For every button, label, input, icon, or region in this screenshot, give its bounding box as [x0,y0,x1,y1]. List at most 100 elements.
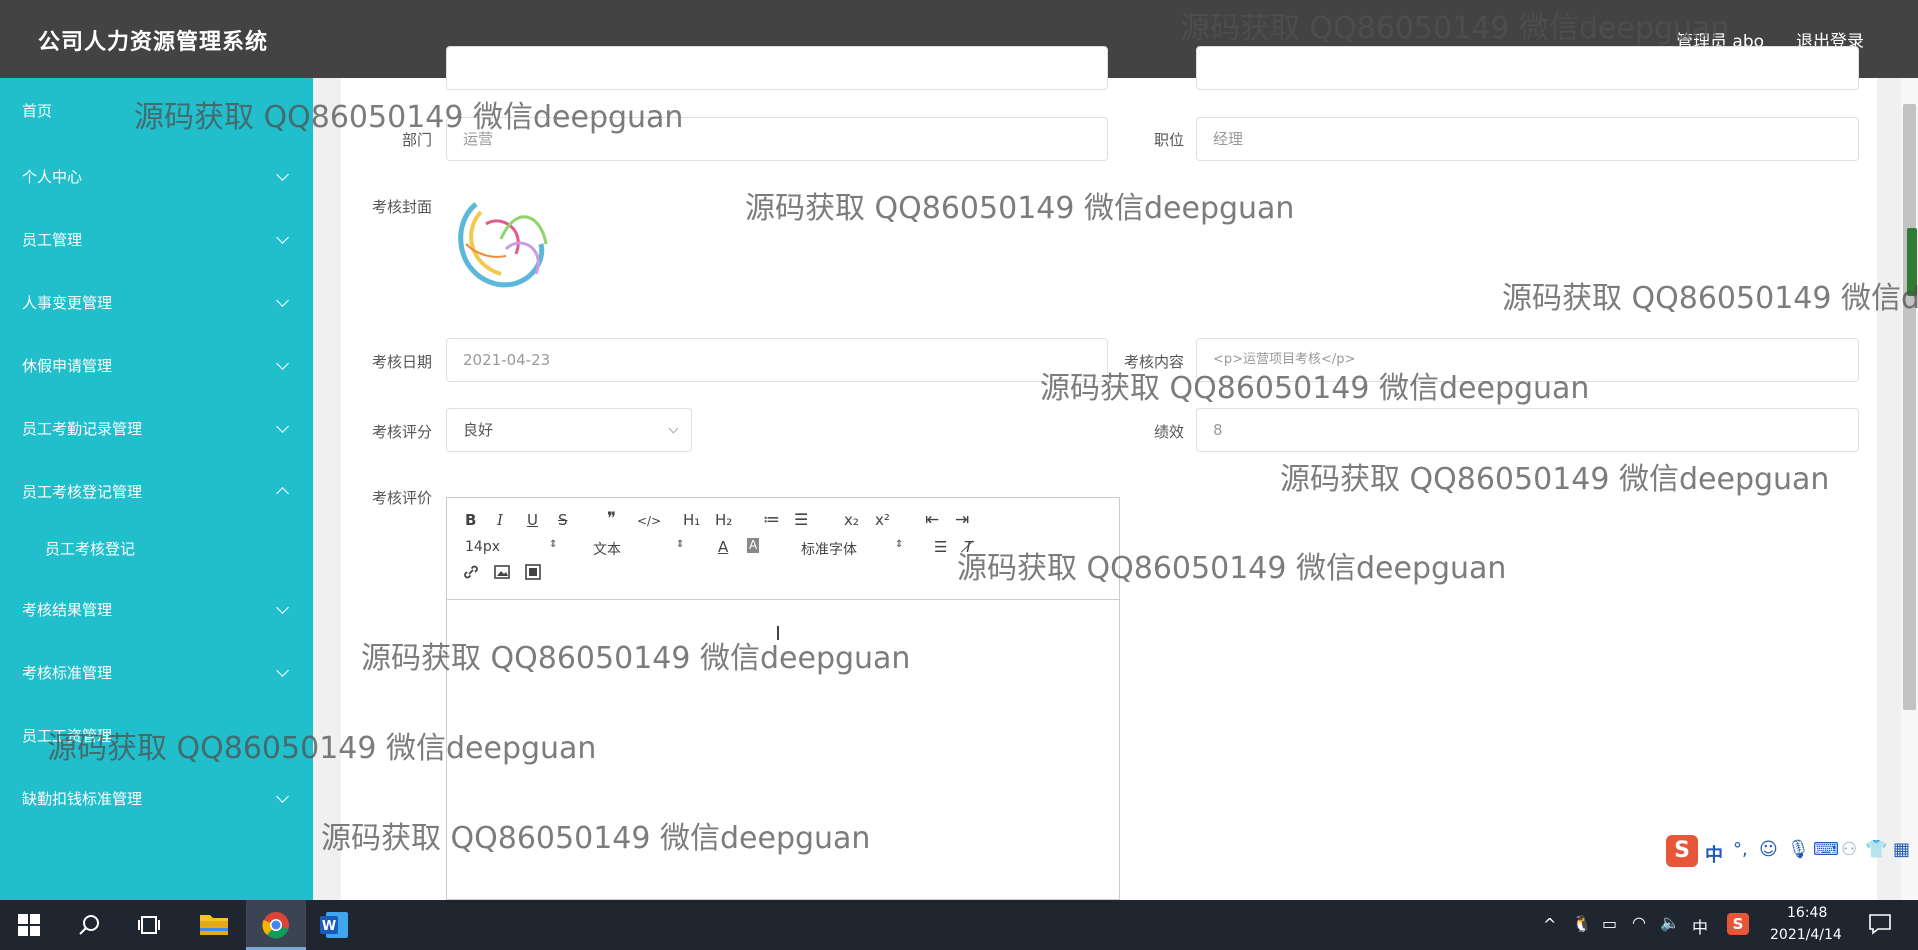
volume-icon[interactable]: 🔈 [1660,913,1680,932]
chrome-taskbar-button[interactable] [246,900,306,950]
department-label: 部门 [401,131,432,149]
user-icon[interactable]: ⚇ [1841,839,1857,860]
italic-button[interactable]: I [497,511,503,529]
content-field[interactable]: <p>运营项目考核</p> [1196,338,1859,382]
text-cursor [777,626,779,640]
chevron-down-icon [276,601,289,614]
sidebar-subitem-appraisal-record[interactable]: 员工考核登记 [0,528,313,568]
microphone-icon[interactable]: 🎙 [1787,839,1810,860]
sidebar-item-hr-change[interactable]: 人事变更管理 [0,282,313,322]
chevron-up-icon[interactable]: ^ [1543,915,1556,934]
clock-date[interactable]: 2021/4/14 [1770,927,1842,943]
sogou-tray-icon[interactable]: S [1727,913,1749,935]
sidebar-item-employee[interactable]: 员工管理 [0,219,313,259]
up-down-icon: ⇕ [549,539,558,550]
rating-select[interactable]: 良好 [446,408,692,452]
background-color-button[interactable]: A [747,538,760,553]
chevron-down-icon [668,423,679,434]
sogou-icon[interactable]: S [1666,835,1698,867]
sidebar-item-appraisal-standard[interactable]: 考核标准管理 [0,652,313,692]
align-button[interactable]: ☰ [934,538,947,556]
rich-text-editor[interactable]: B I U S ❞ </> H₁ H₂ ≔ ☰ x₂ x² ⇤ ⇥ 14px ⇕… [446,497,1120,900]
bullet-list-button[interactable]: ☰ [794,510,808,529]
file-explorer-icon[interactable] [199,911,229,941]
superscript-button[interactable]: x² [875,511,890,529]
outdent-button[interactable]: ⇤ [925,510,939,530]
code-button[interactable]: </> [637,514,661,528]
clock-time[interactable]: 16:48 [1787,905,1827,921]
emoji-icon[interactable]: ☺ [1759,839,1778,860]
editor-toolbar: B I U S ❞ </> H₁ H₂ ≔ ☰ x₂ x² ⇤ ⇥ 14px ⇕… [447,498,1119,600]
sidebar-item-attendance[interactable]: 员工考勤记录管理 [0,408,313,448]
battery-icon[interactable]: ▭ [1602,914,1617,933]
search-icon[interactable] [78,913,102,941]
windows-start-icon[interactable] [18,914,40,940]
scrollbar-thumb[interactable] [1903,104,1916,710]
svg-text:W: W [322,919,336,934]
task-view-icon[interactable] [137,913,161,941]
text-style-select[interactable]: 文本 [593,539,621,559]
rating-label: 考核评分 [371,423,432,441]
sidebar: 首页 个人中心 员工管理 人事变更管理 休假申请管理 员工考勤记录管理 员工考核… [0,78,313,900]
sidebar-item-leave[interactable]: 休假申请管理 [0,345,313,385]
sidebar-item-personal-center[interactable]: 个人中心 [0,156,313,196]
quote-button[interactable]: ❞ [607,509,616,529]
position-field[interactable]: 经理 [1196,117,1859,161]
sidebar-item-label: 休假申请管理 [22,357,113,375]
performance-label: 绩效 [1153,423,1184,441]
keyboard-icon[interactable]: ⌨ [1813,839,1839,860]
position-label: 职位 [1153,131,1184,149]
image-icon[interactable] [494,564,510,584]
chevron-down-icon [276,168,289,181]
sidebar-item-label: 员工考核登记 [45,540,136,558]
comment-label: 考核评价 [371,489,432,507]
punctuation-icon[interactable]: °, [1733,839,1748,860]
strike-button[interactable]: S [558,511,568,529]
date-label: 考核日期 [371,353,432,371]
sidebar-item-appraisal-result[interactable]: 考核结果管理 [0,589,313,629]
sidebar-item-label: 员工管理 [22,231,83,249]
performance-field[interactable]: 8 [1196,408,1859,452]
qq-tray-icon[interactable]: 🐧 [1572,914,1592,933]
font-color-button[interactable]: A [718,538,728,556]
wifi-icon[interactable]: ◠ [1632,913,1646,932]
sidebar-item-label: 员工考勤记录管理 [22,420,143,438]
sidebar-item-label: 人事变更管理 [22,294,113,312]
notification-icon[interactable] [1868,913,1892,939]
sidebar-item-label: 缺勤扣钱标准管理 [22,790,143,808]
cover-thumbnail [446,184,562,300]
chevron-down-icon [276,357,289,370]
chevron-down-icon [276,790,289,803]
sidebar-item-salary[interactable]: 员工工资管理 [0,715,313,755]
sidebar-item-label: 员工工资管理 [22,727,113,745]
link-icon[interactable] [463,564,479,584]
sidebar-item-appraisal-registration[interactable]: 员工考核登记管理 [0,471,313,511]
skin-icon[interactable]: 👕 [1865,839,1887,860]
sidebar-item-label: 首页 [22,102,53,120]
word-icon[interactable]: W [320,912,348,942]
indent-button[interactable]: ⇥ [955,510,969,530]
ime-lang[interactable]: 中 [1705,841,1723,867]
department-field[interactable]: 运营 [446,117,1108,161]
video-icon[interactable] [525,564,541,584]
clear-format-button[interactable]: T̸ [964,538,973,556]
font-family-select[interactable]: 标准字体 [801,539,857,559]
app-title: 公司人力资源管理系统 [38,30,269,55]
sidebar-item-label: 员工考核登记管理 [22,483,143,501]
subscript-button[interactable]: x₂ [844,511,859,529]
h1-button[interactable]: H₁ [683,511,700,529]
rating-select-value: 良好 [463,421,494,439]
cover-image[interactable] [446,184,562,300]
underline-button[interactable]: U [527,511,538,529]
ime-indicator[interactable]: 中 [1692,914,1708,938]
ime-toolbar: S 中 °, ☺ 🎙 ⌨ ⚇ 👕 ▦ [1663,835,1918,873]
h2-button[interactable]: H₂ [715,511,732,529]
ordered-list-button[interactable]: ≔ [763,510,780,530]
bold-button[interactable]: B [465,511,476,529]
sidebar-item-label: 个人中心 [22,168,83,186]
sidebar-item-absence-deduction[interactable]: 缺勤扣钱标准管理 [0,778,313,818]
sidebar-item-home[interactable]: 首页 [0,90,313,130]
grid-icon[interactable]: ▦ [1893,839,1910,860]
font-size-select[interactable]: 14px [465,539,500,555]
date-field[interactable]: 2021-04-23 [446,338,1108,382]
